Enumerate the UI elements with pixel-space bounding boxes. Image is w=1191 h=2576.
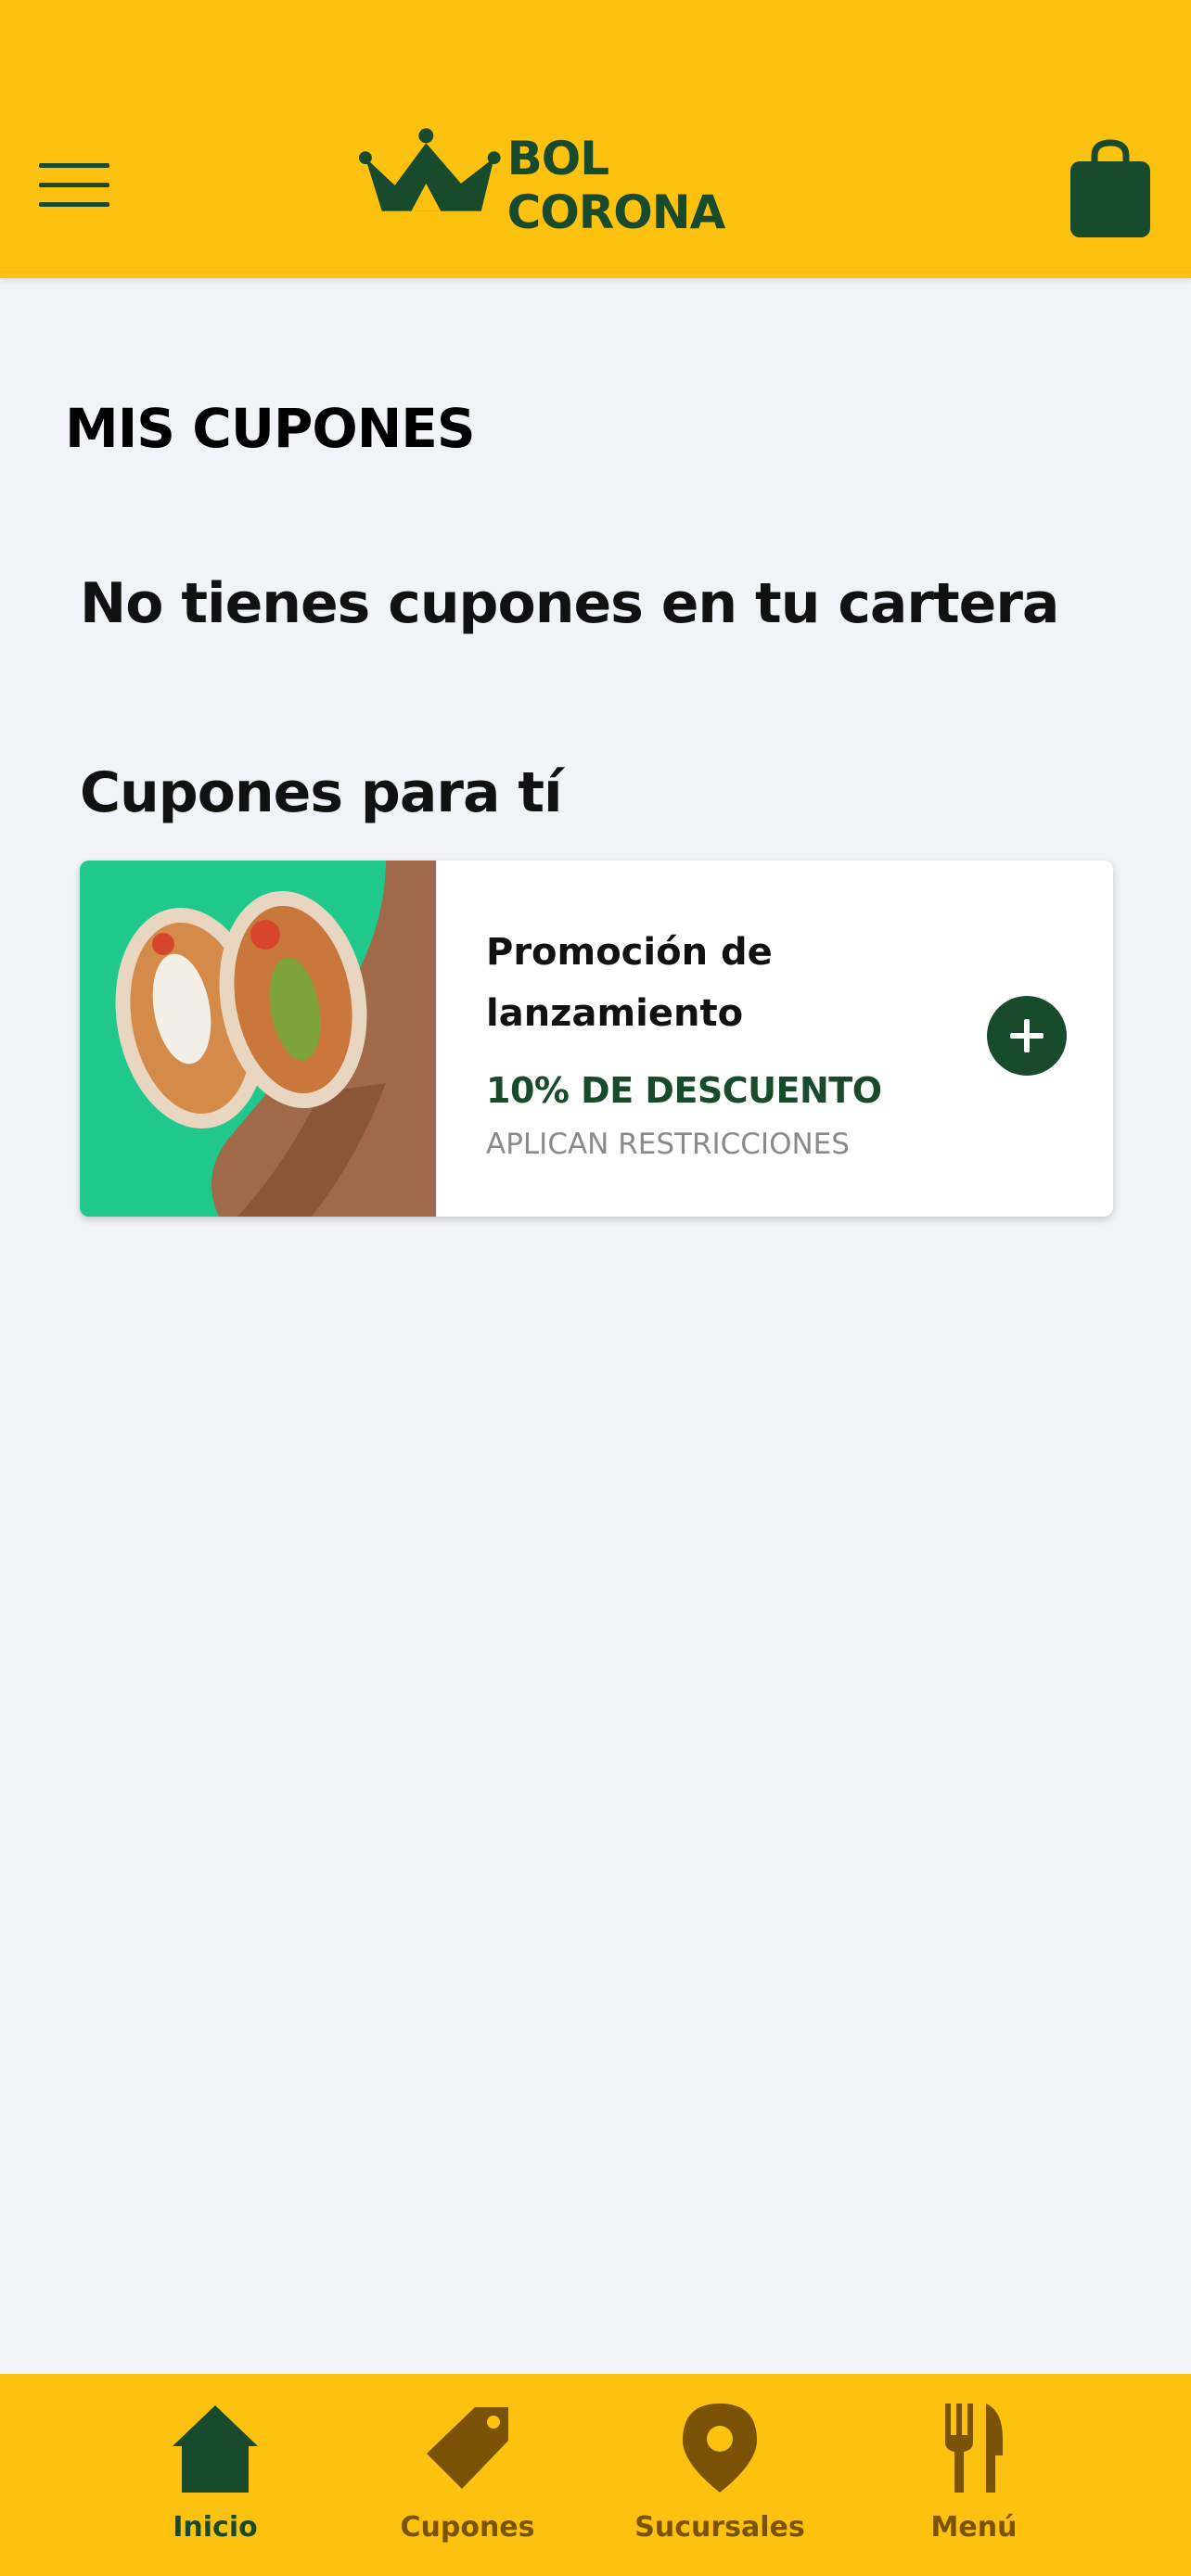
crown-icon [358,128,501,211]
brand-name: BOL CORONA [506,132,726,239]
location-pin-icon [683,2404,757,2493]
shopping-bag-icon[interactable] [1070,139,1150,237]
burrito-photo [80,861,436,1217]
add-coupon-button[interactable] [987,996,1067,1076]
coupon-discount: 10% DE DESCUENTO [486,1070,882,1111]
nav-label-cupones: Cupones [400,2511,535,2544]
coupons-screen: BOL CORONA MIS CUPONES No tienes cupones… [0,0,1191,2576]
coupon-title: Promoción de lanzamiento [486,931,773,1035]
bottom-navigation: Inicio Cupones Sucursales Menú [0,2374,1191,2576]
plus-icon [1010,1019,1044,1052]
page-title: MIS CUPONES [65,397,476,460]
fork-knife-icon [945,2404,1003,2493]
app-header: BOL CORONA [0,0,1191,278]
coupon-restrictions: APLICAN RESTRICCIONES [486,1128,850,1161]
nav-label-menu: Menú [930,2511,1018,2544]
home-icon [173,2405,258,2493]
nav-label-inicio: Inicio [173,2511,258,2544]
tag-icon [427,2407,508,2489]
coupon-card[interactable]: Promoción de lanzamiento 10% DE DESCUENT… [80,861,1113,1217]
nav-item-menu[interactable]: Menú [872,2374,1076,2576]
nav-item-cupones[interactable]: Cupones [365,2374,570,2576]
nav-item-inicio[interactable]: Inicio [113,2374,317,2576]
nav-item-sucursales[interactable]: Sucursales [618,2374,822,2576]
brand-logo: BOL CORONA [356,126,839,239]
section-title: Cupones para tí [80,760,563,825]
nav-label-sucursales: Sucursales [634,2511,805,2544]
empty-wallet-message: No tienes cupones en tu cartera [80,571,1059,636]
hamburger-menu-icon[interactable] [39,163,109,210]
